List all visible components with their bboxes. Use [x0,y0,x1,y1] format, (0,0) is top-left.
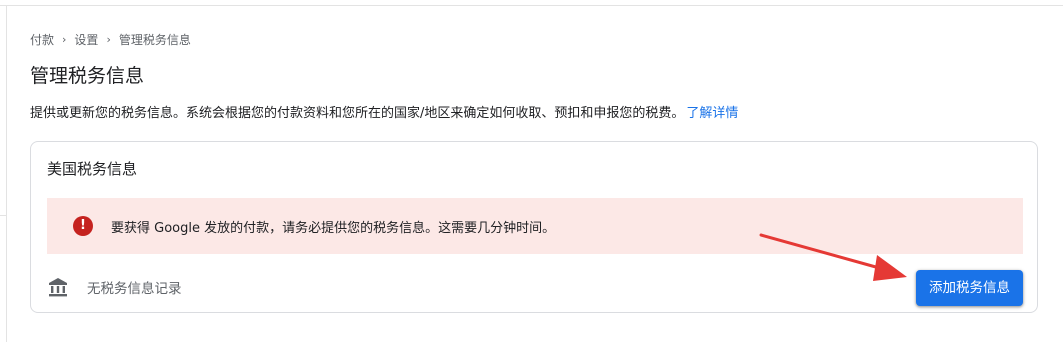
breadcrumb-item-current: 管理税务信息 [118,32,191,47]
bank-icon [47,276,69,298]
tax-records-status: 无税务信息记录 [47,272,182,302]
left-divider [6,5,7,342]
page-description: 提供或更新您的税务信息。系统会根据您的付款资料和您所在的国家/地区来确定如何收取… [30,104,738,124]
alert-message: 要获得 Google 发放的付款，请务必提供您的税务信息。这需要几分钟时间。 [111,220,556,236]
top-divider [0,5,1063,6]
red-arrow-icon [759,233,907,281]
error-icon: ! [73,216,93,236]
no-records-text: 无税务信息记录 [87,281,182,297]
breadcrumb-item-settings[interactable]: 设置 [74,31,98,48]
add-tax-info-button[interactable]: 添加税务信息 [916,270,1023,306]
learn-more-link[interactable]: 了解详情 [686,106,738,121]
left-divider-tick [0,215,6,216]
card-title: 美国税务信息 [47,160,138,178]
breadcrumb: 付款 › 设置 › 管理税务信息 [30,30,191,48]
breadcrumb-item-payments[interactable]: 付款 [30,31,54,48]
breadcrumb-separator-icon: › [62,32,67,46]
breadcrumb-separator-icon: › [106,32,111,46]
page-description-text: 提供或更新您的税务信息。系统会根据您的付款资料和您所在的国家/地区来确定如何收取… [30,106,685,121]
page-title: 管理税务信息 [30,65,145,87]
